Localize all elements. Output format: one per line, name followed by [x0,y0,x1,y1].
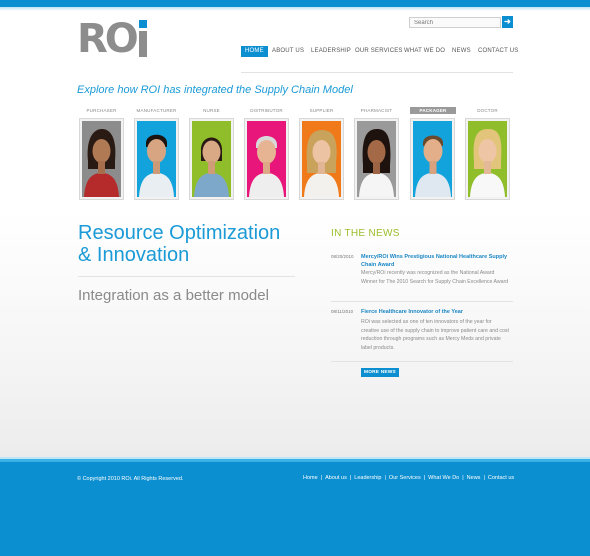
nav-leadership[interactable]: LEADERSHIP [311,46,351,57]
nav-news[interactable]: NEWS [452,46,471,57]
footer-link-leadership[interactable]: Leadership [354,475,381,481]
footer-separator: | [423,475,426,481]
footer-link-our-services[interactable]: Our Services [389,475,421,481]
footer-link-about-us[interactable]: About us [325,475,347,481]
footer-separator: | [483,475,485,481]
distributor-portrait [247,121,286,197]
role-label-supplier[interactable]: SUPPLIER [299,107,344,114]
footer-separator: | [320,475,323,481]
person-card-manufacturer[interactable] [134,118,179,200]
nurse-portrait [192,121,231,197]
role-label-nurse[interactable]: NURSE [189,107,234,114]
role-label-manufacturer[interactable]: MANUFACTURER [134,107,179,114]
doctor-portrait [468,121,507,197]
news-divider [331,361,513,362]
news-body: Mercy/ROi recently was recognized as the… [361,270,509,285]
footer-separator: | [384,475,386,481]
main-headline: Resource Optimization & Innovation [78,222,308,266]
top-accent-bar [0,0,590,7]
role-label-packager[interactable]: PACKAGER [410,107,456,114]
main-nav: HOME ABOUT US LEADERSHIP OUR SERVICES WH… [0,46,590,58]
supplier-portrait [302,121,341,197]
news-body: ROi was selected as one of ten innovator… [361,319,509,351]
news-headline-link[interactable]: Mercy/ROi Wins Prestigious National Heal… [361,254,511,269]
person-photo-supplier [302,121,341,197]
top-accent-shadow [0,7,590,11]
person-card-purchaser[interactable] [79,118,124,200]
headline-line-1: Resource Optimization [78,222,281,244]
nav-contact-us[interactable]: CONTACT US [478,46,518,57]
footer-link-home[interactable]: Home [303,475,318,481]
headline-divider [78,276,295,277]
headline-line-2: & Innovation [78,244,190,266]
person-card-distributor[interactable] [244,118,289,200]
news-item: 08/11/2010 Fierce Healthcare Innovator o… [331,309,513,355]
news-date: 08/11/2010 [331,309,354,314]
person-photo-packager [413,121,452,197]
nav-about-us[interactable]: ABOUT US [272,46,304,57]
tagline: Explore how ROI has integrated the Suppl… [77,84,353,96]
news-item: 08/20/2010 Mercy/ROi Wins Prestigious Na… [331,254,513,300]
logo-dot [139,20,147,28]
news-divider [331,301,513,302]
footer-separator: | [349,475,352,481]
footer-links: Home | About us | Leadership | Our Services | Wh… [303,475,514,481]
manufacturer-portrait [137,121,176,197]
person-photo-nurse [192,121,231,197]
footer-link-contact-us[interactable]: Contact us [488,475,514,481]
nav-our-services[interactable]: OUR SERVICES [355,46,403,57]
person-card-nurse[interactable] [189,118,234,200]
nav-home[interactable]: HOME [241,46,268,57]
person-card-supplier[interactable] [299,118,344,200]
arrow-right-icon: ➜ [504,17,511,26]
footer: © Copyright 2010 ROi. All Rights Reserve… [0,462,590,556]
more-news-button[interactable]: MORE NEWS [361,368,399,377]
main-subhead: Integration as a better model [78,287,269,304]
news-headline-link[interactable]: Fierce Healthcare Innovator of the Year [361,309,511,317]
news-date: 08/20/2010 [331,254,354,259]
purchaser-portrait [82,121,121,197]
person-photo-doctor [468,121,507,197]
person-photo-pharmacist [357,121,396,197]
news-section-title: IN THE NEWS [331,228,400,239]
person-photo-manufacturer [137,121,176,197]
role-label-pharmacist[interactable]: PHARMACIST [354,107,399,114]
person-photo-purchaser [82,121,121,197]
footer-separator: | [462,475,464,481]
search-input[interactable] [409,17,501,28]
role-label-distributor[interactable]: DISTRIBUTOR [244,107,289,114]
footer-link-what-we-do[interactable]: What We Do [428,475,459,481]
person-photo-distributor [247,121,286,197]
role-label-purchaser[interactable]: PURCHASER [79,107,124,114]
copyright-text: © Copyright 2010 ROi. All Rights Reserve… [77,476,184,482]
footer-link-news[interactable]: News [467,475,481,481]
person-card-packager[interactable] [410,118,455,200]
pharmacist-portrait [357,121,396,197]
search-button[interactable]: ➜ [502,16,513,28]
person-card-pharmacist[interactable] [354,118,399,200]
person-card-doctor[interactable] [465,118,510,200]
role-label-doctor[interactable]: DOCTOR [465,107,510,114]
header-divider [241,72,513,73]
nav-what-we-do[interactable]: WHAT WE DO [404,46,445,57]
packager-portrait [413,121,452,197]
